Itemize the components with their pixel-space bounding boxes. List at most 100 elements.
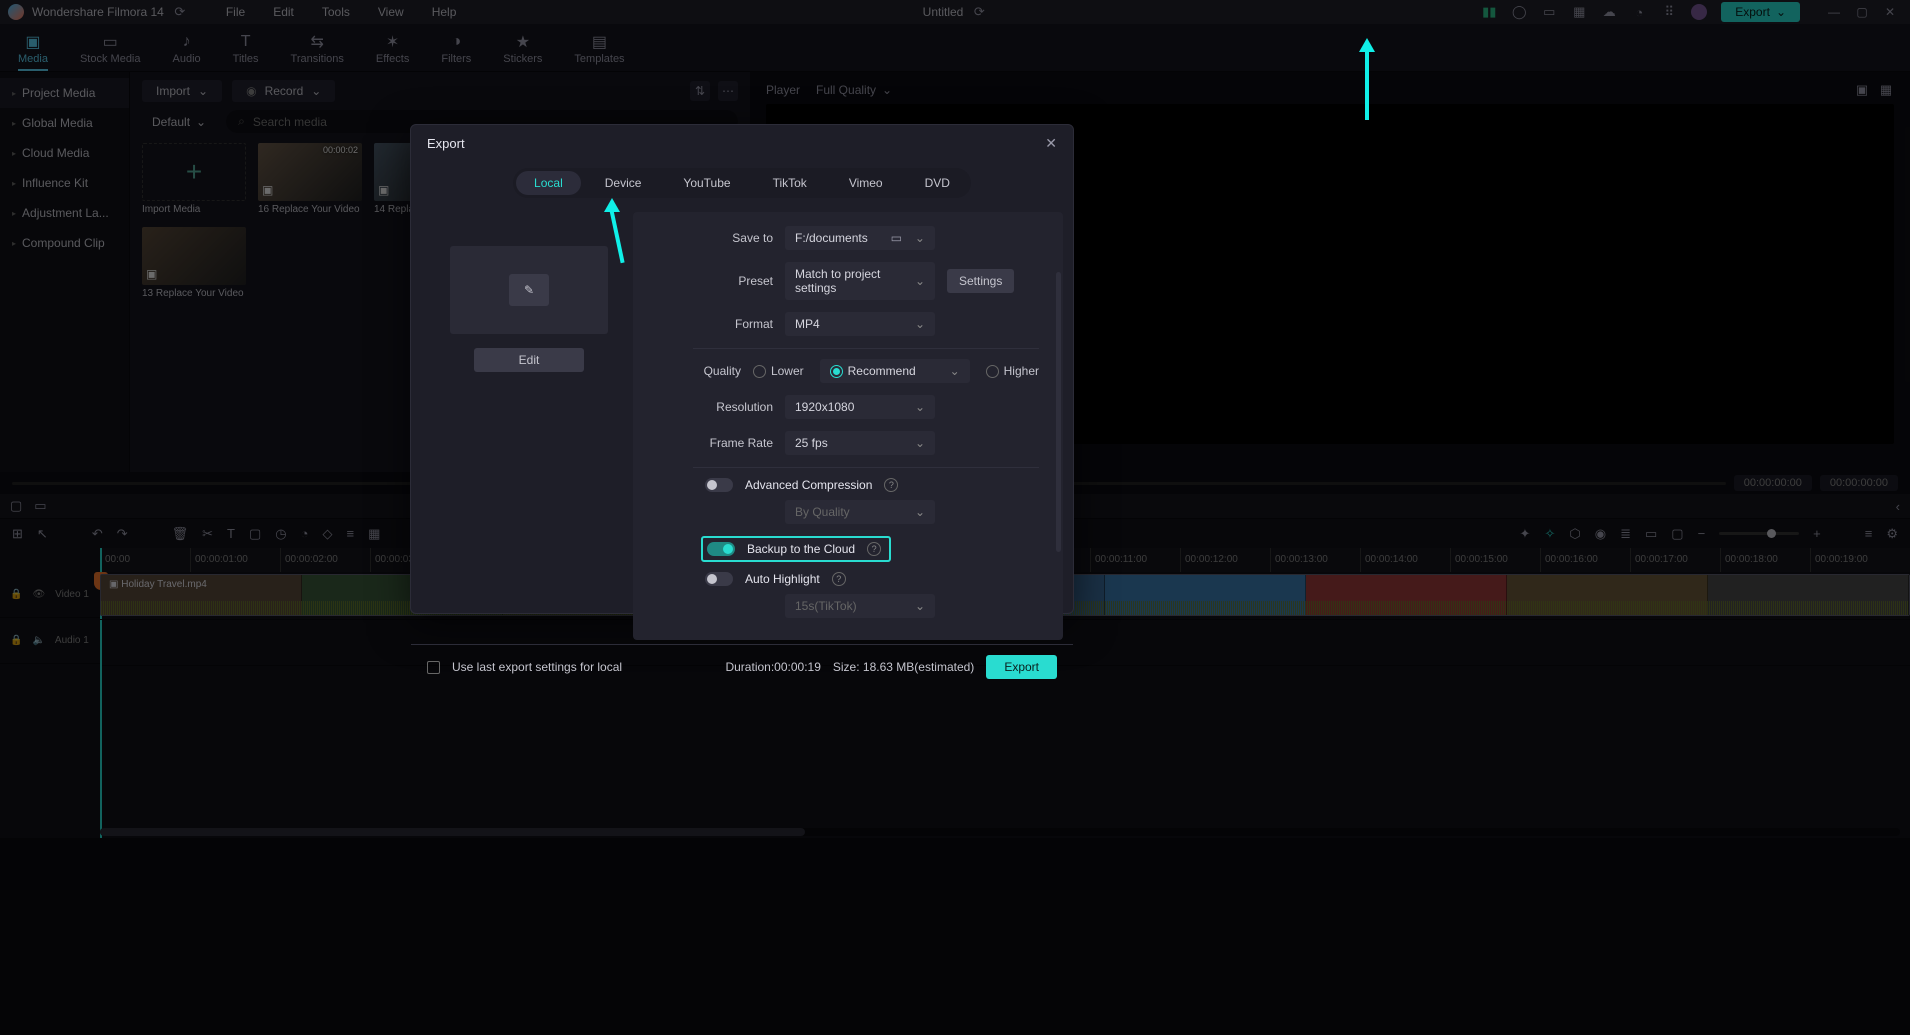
zoom-slider[interactable] <box>1719 532 1799 535</box>
mute-icon[interactable]: 🔈 <box>32 635 44 646</box>
tab-filters[interactable]: ◑Filters <box>441 33 471 71</box>
quality-radio-lower[interactable]: Lower <box>753 364 804 378</box>
avatar-icon[interactable] <box>1691 4 1707 20</box>
sort-dropdown[interactable]: Default⌄ <box>142 111 216 133</box>
grid-icon[interactable]: ▦ <box>368 526 380 542</box>
minimize-button[interactable]: — <box>1822 2 1846 22</box>
media-thumbnail[interactable]: ▣ <box>142 227 246 285</box>
export-tab-tiktok[interactable]: TikTok <box>755 171 825 195</box>
media-thumbnail[interactable]: 00:00:02▣ <box>258 143 362 201</box>
align-icon[interactable]: ≡ <box>347 526 355 541</box>
format-dropdown[interactable]: MP4 <box>785 312 935 336</box>
sidebar-item-influence-kit[interactable]: Influence Kit <box>0 168 129 198</box>
audio-track-header[interactable]: 🔒 🔈 Audio 1 <box>0 618 100 664</box>
zoom-out-icon[interactable]: − <box>1698 526 1706 541</box>
redo-icon[interactable]: ↷ <box>117 526 128 542</box>
layout-icon[interactable]: ▭ <box>1541 4 1557 20</box>
info-icon[interactable]: ? <box>867 542 881 556</box>
cut-icon[interactable]: ✂ <box>202 526 213 542</box>
marker-icon[interactable]: ◇ <box>323 526 333 542</box>
bell-icon[interactable]: ◔ <box>1631 4 1647 20</box>
ai-icon[interactable]: ✧ <box>1544 526 1555 542</box>
apps-icon[interactable]: ⠿ <box>1661 4 1677 20</box>
delete-icon[interactable]: 🗑 <box>172 526 189 542</box>
cloud-sync-icon[interactable]: ⟳ <box>971 4 987 20</box>
tab-transitions[interactable]: ⇆Transitions <box>291 33 344 71</box>
mic-icon[interactable]: ◉ <box>1595 526 1606 542</box>
panel1-icon[interactable]: ▭ <box>1645 526 1657 542</box>
edit-button[interactable]: Edit <box>474 348 584 372</box>
export-tab-device[interactable]: Device <box>587 171 660 195</box>
tab-stock-media[interactable]: ▭Stock Media <box>80 33 141 71</box>
tab-templates[interactable]: ▤Templates <box>574 33 624 71</box>
visibility-icon[interactable]: 👁 <box>32 589 45 600</box>
filter-icon[interactable]: ⇅ <box>690 81 710 101</box>
advanced-compression-toggle[interactable] <box>705 478 733 492</box>
cloud-icon[interactable]: ☁ <box>1601 4 1617 20</box>
export-confirm-button[interactable]: Export <box>986 655 1057 679</box>
select-icon[interactable]: ↖ <box>37 526 48 542</box>
preset-settings-button[interactable]: Settings <box>947 269 1014 293</box>
use-last-checkbox[interactable] <box>427 661 440 674</box>
lock-icon[interactable]: 🔒 <box>10 635 22 646</box>
header-export-button[interactable]: Export⌄ <box>1721 2 1800 22</box>
menu-tools[interactable]: Tools <box>312 5 360 19</box>
sidebar-item-adjustment-layer[interactable]: Adjustment La... <box>0 198 129 228</box>
export-tab-dvd[interactable]: DVD <box>907 171 968 195</box>
shield-icon[interactable]: ⬡ <box>1569 526 1580 542</box>
sidebar-item-compound-clip[interactable]: Compound Clip <box>0 228 129 258</box>
settings-scrollbar[interactable] <box>1056 272 1061 552</box>
dialog-close-button[interactable]: ✕ <box>1045 135 1057 152</box>
compare-icon[interactable]: ▣ <box>1854 82 1870 98</box>
pointer-icon[interactable]: ⊞ <box>12 526 23 542</box>
snapshot-icon[interactable]: ▦ <box>1878 82 1894 98</box>
circle-icon[interactable]: ◯ <box>1511 4 1527 20</box>
crop-icon[interactable]: ▢ <box>249 526 261 542</box>
preset-dropdown[interactable]: Match to project settings <box>785 262 935 300</box>
add-track-icon[interactable]: ▢ <box>10 498 22 514</box>
menu-edit[interactable]: Edit <box>263 5 304 19</box>
folder-icon[interactable]: ▭ <box>881 231 902 245</box>
close-window-button[interactable]: ✕ <box>1878 2 1902 22</box>
auto-highlight-toggle[interactable] <box>705 572 733 586</box>
sidebar-item-project-media[interactable]: Project Media <box>0 78 129 108</box>
backup-cloud-toggle[interactable] <box>707 542 735 556</box>
expand-icon[interactable]: ▭ <box>34 498 46 514</box>
speed-icon[interactable]: ◷ <box>275 526 286 542</box>
media-tile[interactable]: ▣13 Replace Your Video <box>142 227 246 299</box>
info-icon[interactable]: ? <box>832 572 846 586</box>
sidebar-item-cloud-media[interactable]: Cloud Media <box>0 138 129 168</box>
quality-radio-recommend[interactable]: Recommend <box>820 359 970 383</box>
panel2-icon[interactable]: ▢ <box>1671 526 1683 542</box>
settings-gear-icon[interactable]: ⚙ <box>1886 526 1898 542</box>
tab-effects[interactable]: ✶Effects <box>376 33 409 71</box>
gift-icon[interactable]: ▮▮ <box>1481 4 1497 20</box>
media-tile[interactable]: +Import Media <box>142 143 246 215</box>
zoom-in-icon[interactable]: + <box>1813 526 1821 541</box>
collapse-icon[interactable]: ‹ <box>1896 499 1900 514</box>
menu-file[interactable]: File <box>216 5 255 19</box>
tab-titles[interactable]: TTitles <box>233 33 259 71</box>
save-to-field[interactable]: F:/documents ▭ <box>785 226 935 250</box>
history-icon[interactable]: ⟳ <box>172 4 188 20</box>
info-icon[interactable]: ? <box>884 478 898 492</box>
text-icon[interactable]: T <box>227 526 235 541</box>
framerate-dropdown[interactable]: 25 fps <box>785 431 935 455</box>
timeline-scrollbar[interactable] <box>100 828 1900 836</box>
preview-quality-dropdown[interactable]: Full Quality⌄ <box>816 83 892 97</box>
record-dropdown[interactable]: ◉Record⌄ <box>232 80 335 102</box>
lock-icon[interactable]: 🔒 <box>10 589 22 600</box>
export-tab-youtube[interactable]: YouTube <box>665 171 748 195</box>
media-tile[interactable]: 00:00:02▣16 Replace Your Video <box>258 143 362 215</box>
more-icon[interactable]: ⋯ <box>718 81 738 101</box>
tab-media[interactable]: ▣Media <box>18 33 48 71</box>
video-track-header[interactable]: 🔒 👁 Video 1 <box>0 572 100 618</box>
import-dropdown[interactable]: Import⌄ <box>142 80 222 102</box>
sidebar-item-global-media[interactable]: Global Media <box>0 108 129 138</box>
undo-icon[interactable]: ↶ <box>92 526 103 542</box>
maximize-button[interactable]: ▢ <box>1850 2 1874 22</box>
media-icon[interactable]: ▦ <box>1571 4 1587 20</box>
track-options-icon[interactable]: ≡ <box>1865 526 1873 541</box>
list-icon[interactable]: ≣ <box>1620 526 1631 542</box>
export-tab-vimeo[interactable]: Vimeo <box>831 171 901 195</box>
